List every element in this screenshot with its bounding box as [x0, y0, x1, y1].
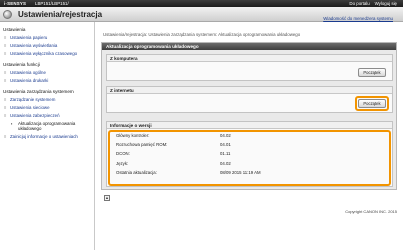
sidebar-item-printer[interactable]: Ustawienia drukarki: [0, 78, 94, 83]
scroll-top-icon[interactable]: ▲: [104, 195, 110, 201]
version-value: 08/09 2015 11:19 AM: [220, 169, 261, 175]
from-computer-title: Z komputera: [107, 55, 392, 62]
firmware-panel: Aktualizacja oprogramowania układowego Z…: [101, 42, 397, 190]
main-content: Ustawienia/rejestracja: Ustawienia zarzą…: [96, 22, 403, 250]
version-row: Główny kontroler: 04.02: [110, 131, 389, 140]
from-computer-section: Z komputera Początek: [106, 54, 393, 81]
version-value: 04.01: [220, 142, 231, 148]
version-label: Ostatnia aktualizacja:: [116, 169, 157, 175]
monitor-link[interactable]: Wiadomość do menedżera systemu: [323, 16, 393, 21]
start-computer-button[interactable]: Początek: [358, 68, 386, 77]
sidebar: Ustawienia Ustawienia papieru Ustawienia…: [0, 22, 95, 250]
internet-button-highlight: [355, 96, 389, 111]
version-row: Język: 04.02: [110, 159, 389, 168]
sidebar-item-initialize[interactable]: Zainicjuj informacje o ustawieniach: [0, 134, 80, 139]
settings-gear-icon: [3, 10, 12, 19]
sidebar-item-firmware-update[interactable]: Aktualizacja oprogramowania układowego: [0, 121, 78, 131]
sidebar-item-network[interactable]: Ustawienia sieciowe: [0, 105, 94, 110]
version-value: 04.02: [220, 133, 231, 138]
version-label: Rozruchowa pamięć ROM:: [116, 142, 168, 148]
from-internet-title: Z internetu: [107, 87, 392, 94]
sidebar-item-timer[interactable]: Ustawienia wyłącznika czasowego: [0, 51, 94, 56]
version-table: Główny kontroler: 04.02 Rozruchowa pamię…: [110, 131, 389, 177]
breadcrumb: Ustawienia/rejestracja: Ustawienia zarzą…: [103, 32, 301, 37]
top-bar: i-SENSYS LBP151/LBP151/ Do portalu Wylog…: [0, 0, 403, 7]
version-row: Rozruchowa pamięć ROM: 04.01: [110, 140, 389, 149]
version-value: 04.02: [220, 160, 231, 166]
sidebar-item-general[interactable]: Ustawienia ogólne: [0, 70, 94, 75]
top-links: Do portalu Wyloguj się: [349, 1, 397, 6]
sidebar-item-paper[interactable]: Ustawienia papieru: [0, 35, 94, 40]
version-row: DCON: 01.11: [110, 149, 389, 158]
from-internet-section: Z internetu Początek: [106, 86, 393, 113]
logout-link[interactable]: Wyloguj się: [375, 1, 397, 6]
printer-model: LBP151/LBP151/: [35, 1, 69, 6]
sidebar-item-system-management[interactable]: Zarządzanie systemem: [0, 97, 94, 102]
version-row: Ostatnia aktualizacja: 08/09 2015 11:19 …: [110, 168, 389, 177]
copyright: Copyright CANON INC. 2015: [345, 209, 397, 214]
brand-logo: i-SENSYS: [4, 1, 27, 6]
page-title: Ustawienia/rejestracja: [18, 10, 103, 19]
panel-title: Aktualizacja oprogramowania układowego: [102, 43, 396, 50]
sidebar-item-security[interactable]: Ustawienia zabezpieczeń: [0, 113, 94, 118]
version-label: Główny kontroler:: [116, 133, 150, 138]
version-info-title: Informacje o wersji: [107, 122, 392, 129]
version-label: DCON:: [116, 151, 130, 157]
portal-link[interactable]: Do portalu: [349, 1, 369, 6]
version-label: Język:: [116, 160, 129, 166]
sidebar-item-display[interactable]: Ustawienia wyświetlania: [0, 43, 94, 48]
version-info-section: Informacje o wersji Główny kontroler: 04…: [106, 121, 393, 187]
version-value: 01.11: [220, 151, 231, 157]
header-bar: Ustawienia/rejestracja Wiadomość do mene…: [0, 7, 403, 22]
